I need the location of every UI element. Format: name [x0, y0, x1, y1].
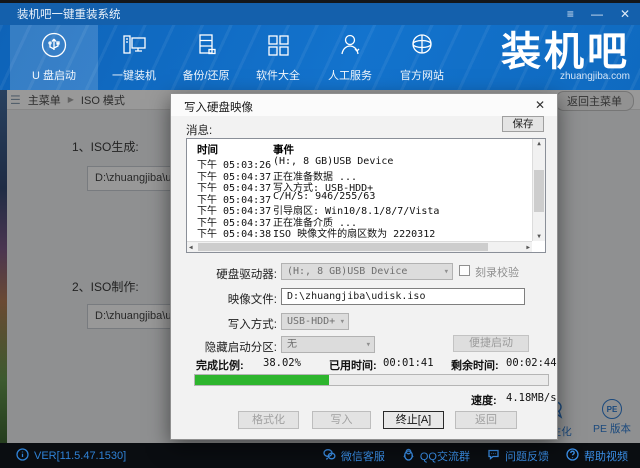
wechat-service-link[interactable]: 微信客服 [323, 448, 385, 464]
version-text: VER[11.5.47.1530] [34, 450, 126, 462]
nav-item-usb-boot[interactable]: U 盘启动 [10, 25, 98, 90]
qq-penguin-icon [402, 448, 415, 464]
nav-item-label: 人工服务 [328, 67, 372, 83]
log-row: 下午 05:04:37引导扇区: Win10/8.1/8/7/Vista [187, 202, 531, 214]
progress-bar [194, 374, 549, 386]
message-label: 消息: [186, 122, 212, 138]
feedback-bubble-icon [487, 448, 500, 464]
wechat-icon [323, 448, 336, 464]
scroll-down-icon[interactable]: ▼ [533, 233, 545, 240]
chevron-down-icon: ▾ [444, 265, 449, 280]
close-icon[interactable]: ✕ [620, 8, 630, 20]
write-button[interactable]: 写入 [312, 411, 371, 429]
person-icon [336, 31, 364, 62]
globe-icon [408, 31, 436, 62]
app-window: 装机吧一键重装系统 ≡ — ✕ U 盘启动 一键装机 备份/还原 软件大全 [0, 0, 640, 468]
speed-label: 速度: [471, 392, 497, 408]
dialog-close-icon[interactable]: ✕ [535, 98, 545, 112]
event-log-list[interactable]: 时间 事件 下午 05:03:26(H:, 8 GB)USB Device 下午… [186, 138, 546, 253]
window-controls: ≡ — ✕ [567, 3, 630, 25]
write-disk-image-dialog: 写入硬盘映像 ✕ 消息: 保存 时间 事件 下午 05:03:26(H:, 8 … [170, 93, 558, 440]
abort-button[interactable]: 终止[A] [383, 411, 444, 429]
image-file-label: 映像文件: [171, 291, 277, 307]
help-video-link[interactable]: 帮助视频 [566, 448, 628, 464]
scroll-left-icon[interactable]: ◀ [189, 244, 193, 251]
server-stack-icon [192, 31, 220, 62]
log-header-time: 时间 [197, 142, 218, 157]
remaining-label: 剩余时间: [451, 357, 499, 373]
log-row: 下午 05:04:37C/H/S: 946/255/63 [187, 191, 531, 203]
dialog-title-bar: 写入硬盘映像 ✕ [171, 94, 557, 116]
minimize-icon[interactable]: — [591, 8, 603, 20]
elapsed-value: 00:01:41 [383, 357, 434, 369]
scroll-right-icon[interactable]: ▶ [526, 244, 530, 251]
log-row: 下午 05:04:37写入方式: USB-HDD+ [187, 179, 531, 191]
qq-group-link[interactable]: QQ交流群 [402, 448, 470, 464]
feedback-link[interactable]: 问题反馈 [487, 448, 549, 464]
dialog-title: 写入硬盘映像 [184, 99, 253, 115]
verify-label: 刻录校验 [475, 264, 519, 280]
version-info: VER[11.5.47.1530] [16, 448, 126, 464]
log-row: 下午 05:04:38ISO 映像文件的扇区数为 2220312 [187, 225, 531, 237]
log-row: 下午 05:04:37正在准备数据 ... [187, 168, 531, 180]
grid-icon [264, 31, 292, 62]
scroll-thumb[interactable] [198, 243, 488, 251]
elapsed-label: 已用时间: [329, 357, 377, 373]
drive-select[interactable]: (H:, 8 GB)USB Device▾ [281, 263, 453, 280]
nav-item-software[interactable]: 软件大全 [242, 25, 314, 90]
percent-label: 完成比例: [196, 357, 244, 373]
verify-checkbox[interactable] [459, 265, 470, 276]
chevron-down-icon: ▾ [340, 315, 345, 330]
title-bar: 装机吧一键重装系统 ≡ — ✕ [0, 3, 640, 25]
nav-item-one-key-install[interactable]: 一键装机 [98, 25, 170, 90]
vertical-scrollbar[interactable]: ▲▼ [532, 139, 545, 241]
save-button[interactable]: 保存 [502, 116, 544, 132]
write-mode-select[interactable]: USB-HDD+▾ [281, 313, 349, 330]
speed-value: 4.18MB/s [506, 392, 557, 404]
footer-links: 微信客服 QQ交流群 问题反馈 帮助视频 [323, 448, 628, 464]
main-nav: U 盘启动 一键装机 备份/还原 软件大全 人工服务 官方网站 [0, 25, 640, 90]
scroll-up-icon[interactable]: ▲ [533, 140, 545, 147]
progress-fill [195, 375, 329, 385]
nav-item-human-service[interactable]: 人工服务 [314, 25, 386, 90]
brand-logo: 装机吧 zhuangjiba.com [501, 27, 630, 82]
log-row: 下午 05:04:38开始写入 ... [187, 237, 531, 241]
drive-label: 硬盘驱动器: [171, 266, 277, 282]
log-row: 下午 05:03:26(H:, 8 GB)USB Device [187, 156, 531, 168]
chevron-down-icon: ▾ [366, 338, 371, 353]
nav-item-backup-restore[interactable]: 备份/还原 [170, 25, 242, 90]
nav-item-label: 备份/还原 [182, 67, 229, 83]
footer-bar: VER[11.5.47.1530] 微信客服 QQ交流群 问题反馈 帮助视频 [0, 443, 640, 468]
hidden-partition-select[interactable]: 无▾ [281, 336, 375, 353]
quick-boot-button[interactable]: 便捷启动 [453, 335, 529, 352]
remaining-value: 00:02:44 [506, 357, 557, 369]
write-mode-label: 写入方式: [171, 316, 277, 332]
nav-item-official-site[interactable]: 官方网站 [386, 25, 458, 90]
nav-item-label: U 盘启动 [32, 67, 76, 83]
format-button[interactable]: 格式化 [238, 411, 299, 429]
log-row: 下午 05:04:37正在准备介质 ... [187, 214, 531, 226]
question-circle-icon [566, 448, 579, 464]
return-button[interactable]: 返回 [455, 411, 517, 429]
nav-item-label: 一键装机 [112, 67, 156, 83]
scroll-thumb[interactable] [534, 170, 544, 213]
info-icon [16, 448, 29, 464]
hidden-partition-label: 隐藏启动分区: [171, 339, 277, 355]
horizontal-scrollbar[interactable]: ◀▶ [187, 241, 532, 252]
nav-item-label: 软件大全 [256, 67, 300, 83]
percent-value: 38.02% [263, 357, 301, 369]
computer-icon [120, 31, 148, 62]
window-title: 装机吧一键重装系统 [17, 6, 121, 22]
nav-item-label: 官方网站 [400, 67, 444, 83]
desktop-sliver [0, 90, 7, 443]
usb-icon [40, 31, 68, 62]
menu-icon[interactable]: ≡ [567, 8, 574, 20]
image-file-input[interactable]: D:\zhuangjiba\udisk.iso [281, 288, 525, 305]
log-header-event: 事件 [273, 142, 294, 157]
log-rows: 下午 05:03:26(H:, 8 GB)USB Device 下午 05:04… [187, 156, 531, 240]
logo-text: 装机吧 [501, 27, 630, 77]
